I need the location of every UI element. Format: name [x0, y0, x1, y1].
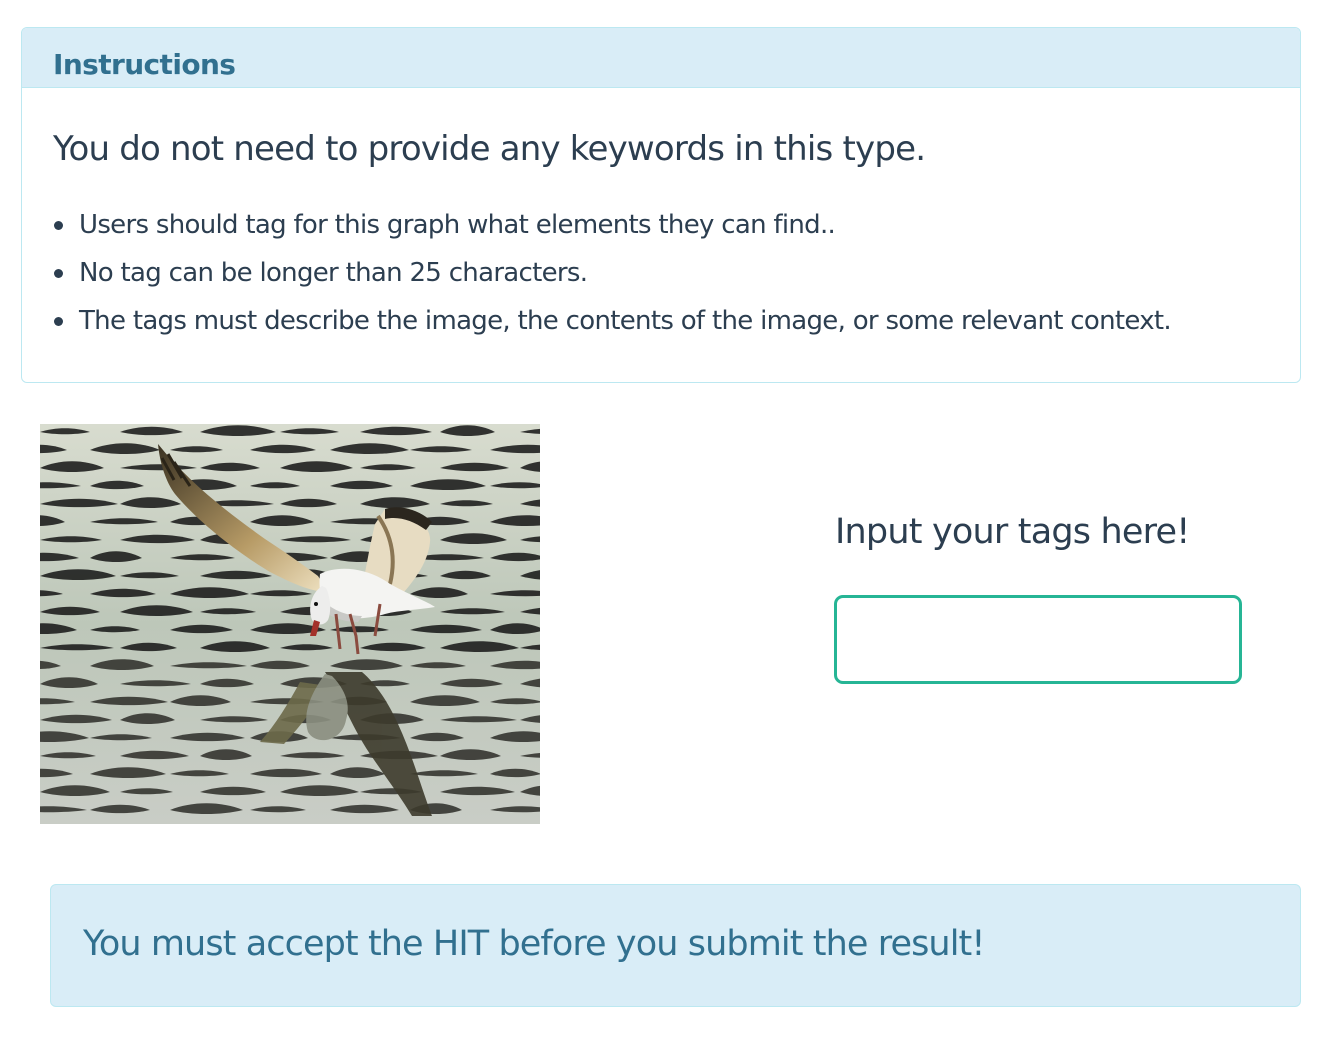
- seagull-photo: [40, 424, 540, 824]
- rule-text: The tags must describe the image, the co…: [79, 306, 1172, 336]
- rule-item: No tag can be longer than 25 characters.: [53, 258, 1300, 306]
- bullet-icon: [54, 221, 63, 230]
- rule-item: The tags must describe the image, the co…: [53, 306, 1300, 354]
- rules-list: Users should tag for this graph what ele…: [53, 210, 1300, 354]
- accept-hit-alert: You must accept the HIT before you submi…: [50, 884, 1301, 1007]
- instructions-lead: You do not need to provide any keywords …: [53, 129, 926, 169]
- tags-input[interactable]: [834, 595, 1242, 684]
- rule-text: No tag can be longer than 25 characters.: [79, 258, 588, 288]
- rule-text: Users should tag for this graph what ele…: [79, 210, 836, 240]
- bullet-icon: [54, 269, 63, 278]
- tag-input-label: Input your tags here!: [835, 512, 1190, 552]
- seagull-illustration: [40, 424, 540, 824]
- bullet-icon: [54, 317, 63, 326]
- instructions-body: You do not need to provide any keywords …: [22, 128, 1300, 354]
- rule-item: Users should tag for this graph what ele…: [53, 210, 1300, 258]
- instructions-heading: Instructions: [22, 28, 1300, 88]
- instructions-panel: Instructions You do not need to provide …: [21, 27, 1301, 383]
